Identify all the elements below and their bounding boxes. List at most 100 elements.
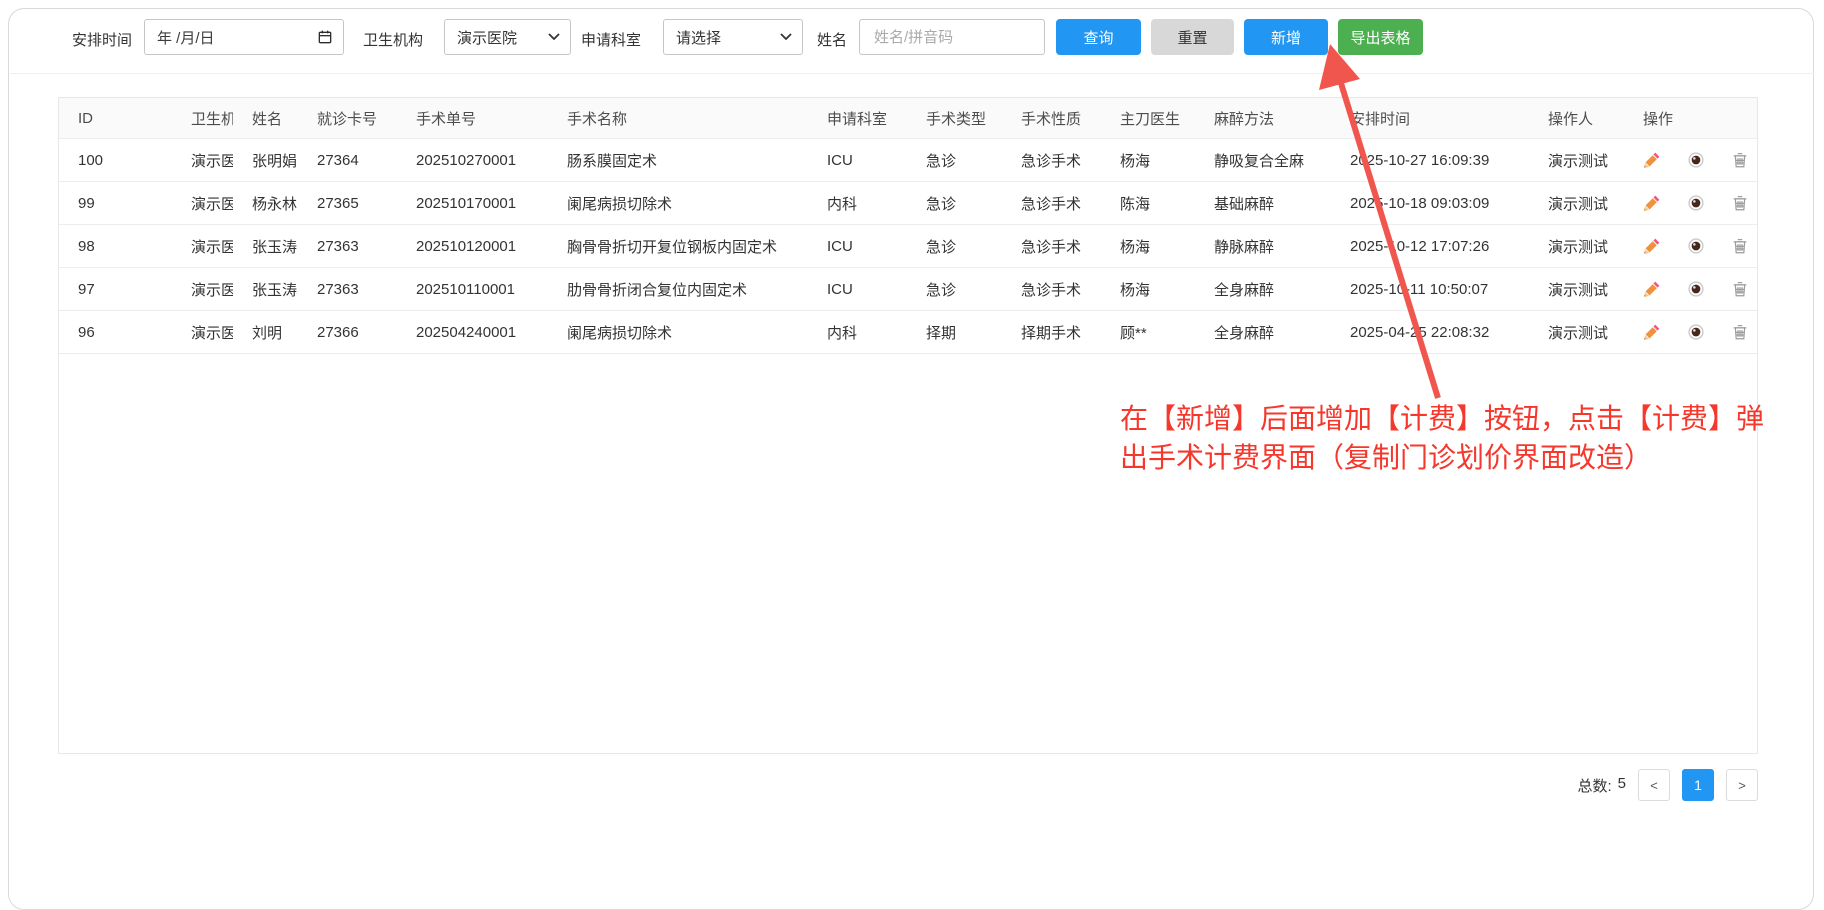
table-cell: 静脉麻醉 <box>1195 225 1331 268</box>
table-cell: 演示医院 <box>172 311 233 354</box>
prev-page-button[interactable]: < <box>1638 769 1670 801</box>
table-cell: 急诊 <box>907 268 1002 311</box>
table-cell: 刘明 <box>233 311 298 354</box>
table-cell: 27365 <box>298 182 397 225</box>
table-cell: 顾** <box>1101 311 1195 354</box>
table-cell: 张玉涛 <box>233 225 298 268</box>
row-action-group <box>1643 237 1753 255</box>
table-cell: 阑尾病损切除术 <box>548 311 808 354</box>
delete-icon[interactable] <box>1731 237 1749 255</box>
table-cell: 杨海 <box>1101 268 1195 311</box>
edit-icon[interactable] <box>1643 237 1661 255</box>
table-cell: 96 <box>59 311 172 354</box>
table-row: 98演示医院张玉涛27363202510120001胸骨骨折切开复位钢板内固定术… <box>59 225 1757 268</box>
table-cell: 27364 <box>298 139 397 182</box>
table-cell: ICU <box>808 268 907 311</box>
schedule-time-label: 安排时间 <box>72 29 132 50</box>
table-head-row: ID卫生机构姓名就诊卡号手术单号手术名称申请科室手术类型手术性质主刀医生麻醉方法… <box>59 98 1757 139</box>
view-icon[interactable] <box>1687 280 1705 298</box>
search-button[interactable]: 查询 <box>1056 19 1141 55</box>
name-label: 姓名 <box>817 29 847 50</box>
table-cell: 急诊手术 <box>1002 139 1101 182</box>
view-icon[interactable] <box>1687 323 1705 341</box>
total-label: 总数: <box>1577 775 1611 796</box>
table-cell: 基础麻醉 <box>1195 182 1331 225</box>
table-cell: 2025-10-18 09:03:09 <box>1331 182 1529 225</box>
column-header: 姓名 <box>233 98 298 139</box>
edit-icon[interactable] <box>1643 280 1661 298</box>
column-header: 安排时间 <box>1331 98 1529 139</box>
export-button[interactable]: 导出表格 <box>1338 19 1423 55</box>
table-cell: 肠系膜固定术 <box>548 139 808 182</box>
table-cell: 阑尾病损切除术 <box>548 182 808 225</box>
view-icon[interactable] <box>1687 237 1705 255</box>
column-header: 手术类型 <box>907 98 1002 139</box>
table-cell: ICU <box>808 225 907 268</box>
org-label: 卫生机构 <box>363 29 423 50</box>
next-page-button[interactable]: > <box>1726 769 1758 801</box>
edit-icon[interactable] <box>1643 194 1661 212</box>
table-row: 100演示医院张明娟27364202510270001肠系膜固定术ICU急诊急诊… <box>59 139 1757 182</box>
view-icon[interactable] <box>1687 194 1705 212</box>
row-actions-cell <box>1624 268 1757 311</box>
table-row: 96演示医院刘明27366202504240001阑尾病损切除术内科择期择期手术… <box>59 311 1757 354</box>
table-cell: 陈海 <box>1101 182 1195 225</box>
row-actions-cell <box>1624 139 1757 182</box>
table-cell: 97 <box>59 268 172 311</box>
row-actions-cell <box>1624 182 1757 225</box>
delete-icon[interactable] <box>1731 323 1749 341</box>
column-header: 麻醉方法 <box>1195 98 1331 139</box>
name-field-wrap <box>859 19 1045 55</box>
delete-icon[interactable] <box>1731 151 1749 169</box>
table-cell: 急诊 <box>907 182 1002 225</box>
page-1-button[interactable]: 1 <box>1682 769 1714 801</box>
edit-icon[interactable] <box>1643 151 1661 169</box>
dept-select[interactable]: 请选择 <box>663 19 803 55</box>
table-cell: 演示测试 <box>1529 311 1624 354</box>
view-icon[interactable] <box>1687 151 1705 169</box>
table-cell: 演示医院 <box>172 139 233 182</box>
dept-label: 申请科室 <box>581 29 641 50</box>
table-cell: 2025-10-11 10:50:07 <box>1331 268 1529 311</box>
table-cell: 全身麻醉 <box>1195 268 1331 311</box>
table-cell: 全身麻醉 <box>1195 311 1331 354</box>
table-cell: 择期 <box>907 311 1002 354</box>
name-input[interactable] <box>872 28 1032 47</box>
table-cell: 27363 <box>298 225 397 268</box>
edit-icon[interactable] <box>1643 323 1661 341</box>
table-cell: 杨海 <box>1101 139 1195 182</box>
column-header: 手术名称 <box>548 98 808 139</box>
table-cell: 演示测试 <box>1529 268 1624 311</box>
table-cell: 张明娟 <box>233 139 298 182</box>
reset-button[interactable]: 重置 <box>1151 19 1234 55</box>
schedule-date-input[interactable]: 年 /月/日 <box>144 19 344 55</box>
add-button[interactable]: 新增 <box>1244 19 1328 55</box>
column-header: 手术性质 <box>1002 98 1101 139</box>
pagination: 总数: 5 < 1 > <box>1577 769 1758 801</box>
org-select-value: 演示医院 <box>457 27 517 48</box>
delete-icon[interactable] <box>1731 280 1749 298</box>
calendar-icon[interactable] <box>317 29 333 45</box>
column-header: 操作 <box>1624 98 1757 139</box>
table-row: 99演示医院杨永林27365202510170001阑尾病损切除术内科急诊急诊手… <box>59 182 1757 225</box>
filter-divider <box>10 73 1814 74</box>
annotation-line-1: 在【新增】后面增加【计费】按钮，点击【计费】弹 <box>1120 399 1824 438</box>
delete-icon[interactable] <box>1731 194 1749 212</box>
table-cell: 杨永林 <box>233 182 298 225</box>
row-action-group <box>1643 194 1753 212</box>
column-header: ID <box>59 98 172 139</box>
table-cell: 2025-04-25 22:08:32 <box>1331 311 1529 354</box>
table-cell: 内科 <box>808 182 907 225</box>
table-cell: 100 <box>59 139 172 182</box>
column-header: 卫生机构 <box>172 98 233 139</box>
table-cell: 演示测试 <box>1529 139 1624 182</box>
table-cell: 202510170001 <box>397 182 548 225</box>
row-actions-cell <box>1624 225 1757 268</box>
surgery-table-grid: ID卫生机构姓名就诊卡号手术单号手术名称申请科室手术类型手术性质主刀医生麻醉方法… <box>59 98 1757 354</box>
table-cell: 演示医院 <box>172 268 233 311</box>
table-body: 100演示医院张明娟27364202510270001肠系膜固定术ICU急诊急诊… <box>59 139 1757 354</box>
org-select[interactable]: 演示医院 <box>444 19 571 55</box>
table-cell: 静吸复合全麻 <box>1195 139 1331 182</box>
table-cell: 演示医院 <box>172 182 233 225</box>
table-cell: 杨海 <box>1101 225 1195 268</box>
